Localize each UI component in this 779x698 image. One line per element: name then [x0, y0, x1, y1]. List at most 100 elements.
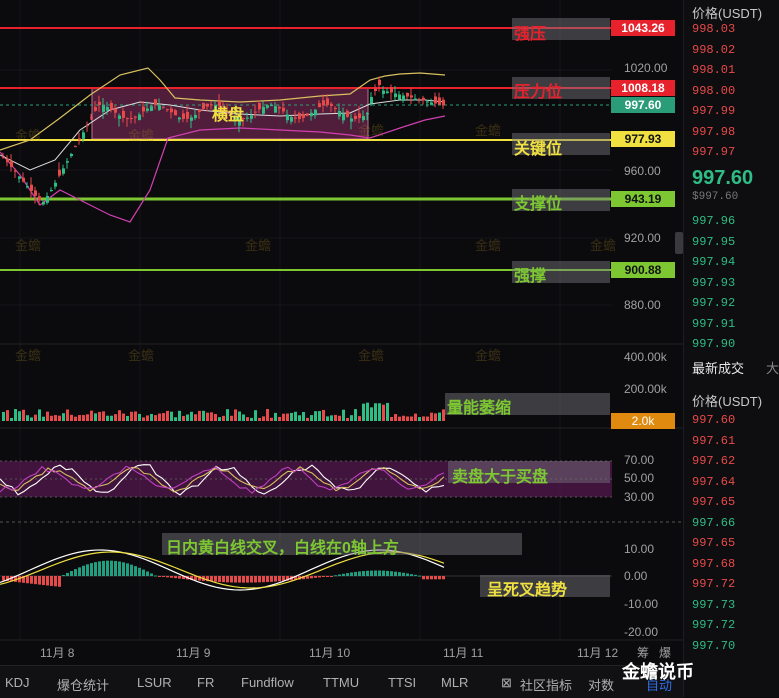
- bid-row[interactable]: 997.90: [692, 337, 735, 351]
- macd-histogram-bar: [418, 575, 421, 577]
- macd-histogram-bar: [238, 576, 241, 583]
- watermark: 金蟾: [128, 348, 155, 363]
- candle-body: [42, 202, 45, 205]
- candle-body: [326, 98, 329, 106]
- volume-bar: [154, 415, 157, 421]
- candle-body: [334, 108, 337, 110]
- scroll-handle[interactable]: [675, 232, 683, 254]
- indicator-tab-fundflow[interactable]: Fundflow: [241, 675, 294, 690]
- candle-body: [426, 101, 429, 103]
- macd-histogram-bar: [330, 576, 333, 577]
- candle-body: [314, 109, 317, 116]
- macd-histogram-bar: [150, 573, 153, 576]
- candle-body: [10, 161, 13, 167]
- indicator-tab-ttsi[interactable]: TTSI: [388, 675, 416, 690]
- price-axis-label: 1020.00: [624, 61, 668, 75]
- candle-body: [202, 103, 205, 109]
- macd-histogram-bar: [370, 570, 373, 576]
- indicator-tab-mlr[interactable]: MLR: [441, 675, 468, 690]
- candle-body: [366, 113, 369, 115]
- indicator-tab-爆仓统计[interactable]: 爆仓统计: [57, 675, 109, 694]
- bid-row[interactable]: 997.93: [692, 276, 735, 290]
- volume-bar: [182, 415, 185, 421]
- ask-row[interactable]: 997.98: [692, 125, 735, 139]
- candle-body: [414, 98, 417, 101]
- macd-histogram-bar: [322, 576, 325, 577]
- macd-histogram-bar: [174, 576, 177, 579]
- macd-histogram-bar: [78, 567, 81, 576]
- macd-histogram-bar: [362, 571, 365, 576]
- macd-histogram-bar: [422, 576, 425, 580]
- volume-bar: [14, 409, 17, 421]
- chart-area[interactable]: 金蟾 金蟾 金蟾 金蟾 金蟾 金蟾 金蟾 金蟾 金蟾 金蟾 金蟾 金蟾 强压 压…: [0, 0, 683, 665]
- ask-row[interactable]: 998.01: [692, 63, 735, 77]
- candle-body: [70, 154, 73, 157]
- candle-body: [66, 161, 69, 163]
- candle-body: [30, 184, 33, 191]
- trade-row: 997.68: [692, 556, 736, 571]
- trade-row: 997.65: [692, 495, 736, 509]
- log-scale-toggle[interactable]: 对数: [588, 675, 614, 694]
- macd-histogram-bar: [318, 576, 321, 578]
- volume-bar: [282, 413, 285, 421]
- price-chart-canvas[interactable]: [0, 0, 683, 665]
- macd-histogram-bar: [262, 576, 265, 583]
- indicator-tab-ttmu[interactable]: TTMU: [323, 675, 359, 690]
- volume-bar: [58, 415, 61, 421]
- annotation-strong-resistance: 强压: [514, 26, 547, 43]
- volume-bar: [254, 410, 257, 421]
- volume-bar: [190, 411, 193, 421]
- volume-bar: [214, 413, 217, 421]
- ask-row[interactable]: 998.00: [692, 84, 735, 98]
- macd-histogram-bar: [74, 569, 77, 576]
- bid-row[interactable]: 997.95: [692, 235, 735, 249]
- last-price-usd: $997.60: [692, 191, 739, 203]
- watermark: 金蟾: [590, 238, 617, 253]
- macd-histogram-bar: [170, 576, 173, 578]
- volume-axis-label: 400.00k: [624, 350, 667, 364]
- macd-axis-label: -10.00: [624, 597, 659, 611]
- indicator-tab-fr[interactable]: FR: [197, 675, 214, 690]
- trade-row: 997.60: [692, 413, 736, 427]
- watermark: 金蟾: [15, 348, 42, 363]
- candle-body: [438, 97, 441, 105]
- indicator-tab-kdj[interactable]: KDJ: [5, 675, 30, 690]
- candle-body: [290, 117, 293, 122]
- ask-row[interactable]: 997.97: [692, 145, 735, 159]
- volume-bar: [194, 414, 197, 421]
- volume-bar: [338, 415, 341, 421]
- tab-large-trades[interactable]: 大: [766, 358, 779, 377]
- trades-price-header: 价格(USDT): [692, 394, 763, 409]
- candle-body: [430, 102, 433, 105]
- ask-row[interactable]: 998.02: [692, 43, 735, 57]
- watermark: 金蟾: [475, 123, 502, 138]
- macd-histogram-bar: [366, 570, 369, 576]
- oscillator-axis-label: 50.00: [624, 471, 655, 485]
- bid-row[interactable]: 997.92: [692, 296, 735, 310]
- bid-row[interactable]: 997.96: [692, 214, 735, 228]
- volume-bar: [374, 403, 377, 421]
- indicator-tab-lsur[interactable]: LSUR: [137, 675, 172, 690]
- macd-histogram-bar: [426, 576, 429, 580]
- volume-bar: [22, 409, 25, 421]
- community-indicators-button[interactable]: 社区指标: [520, 675, 572, 694]
- indicators-icon[interactable]: ⊠: [501, 675, 512, 691]
- bid-row[interactable]: 997.94: [692, 255, 735, 269]
- macd-histogram-bar: [270, 576, 273, 582]
- volume-bar: [134, 411, 137, 421]
- ask-row[interactable]: 998.03: [692, 22, 735, 36]
- candle-body: [198, 109, 201, 112]
- tab-latest-trades[interactable]: 最新成交: [692, 358, 744, 377]
- annotation-key-level: 关键位: [514, 141, 563, 158]
- candle-body: [270, 105, 273, 107]
- ask-row[interactable]: 997.99: [692, 104, 735, 118]
- volume-bar: [142, 417, 145, 421]
- volume-bar: [294, 411, 297, 421]
- macd-histogram-bar: [98, 561, 101, 576]
- candle-body: [98, 101, 101, 106]
- volume-bar: [178, 410, 181, 421]
- candle-body: [114, 108, 117, 113]
- volume-bar: [114, 414, 117, 421]
- bid-row[interactable]: 997.91: [692, 317, 735, 331]
- volume-bar: [322, 409, 325, 421]
